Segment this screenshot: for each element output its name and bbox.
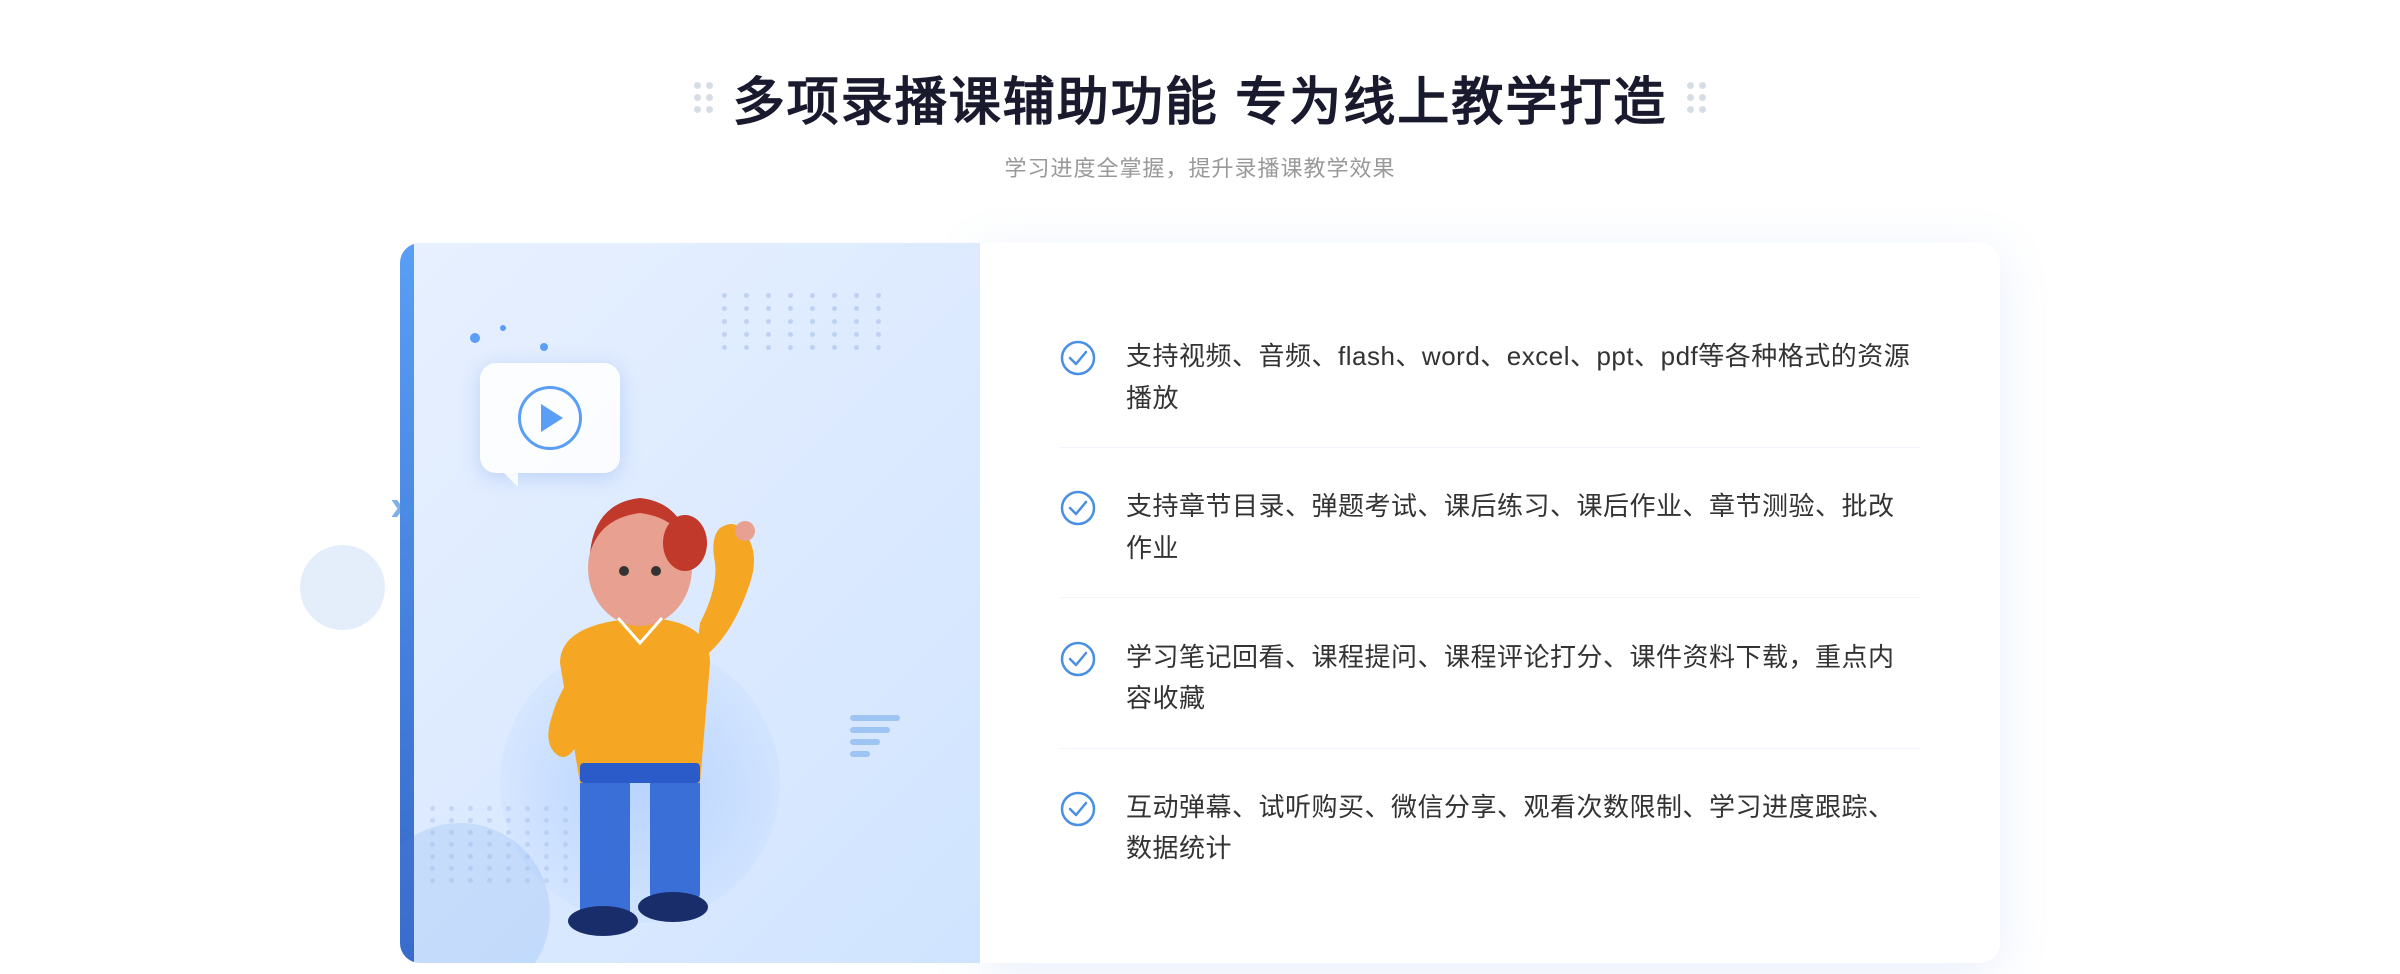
right-title-dots — [1687, 82, 1706, 113]
feature-item-4: 互动弹幕、试听购买、微信分享、观看次数限制、学习进度跟踪、数据统计 — [1060, 759, 1920, 898]
header-section: 多项录播课辅助功能 专为线上教学打造 学习进度全掌握，提升录播课教学效果 — [694, 60, 1706, 183]
feature-text-1: 支持视频、音频、flash、word、excel、ppt、pdf等各种格式的资源… — [1126, 336, 1920, 419]
stripe-decoration — [850, 715, 900, 763]
content-area: // Will be rendered inline — [400, 243, 2000, 963]
feature-item-3: 学习笔记回看、课程提问、课程评论打分、课件资料下载，重点内容收藏 — [1060, 609, 1920, 749]
check-icon-3 — [1060, 641, 1096, 677]
feature-text-2: 支持章节目录、弹题考试、课后练习、课后作业、章节测验、批改作业 — [1126, 486, 1920, 569]
sparkle-dot-2 — [500, 325, 506, 331]
page-wrapper: 多项录播课辅助功能 专为线上教学打造 学习进度全掌握，提升录播课教学效果 — [0, 0, 2400, 974]
feature-text-3: 学习笔记回看、课程提问、课程评论打分、课件资料下载，重点内容收藏 — [1126, 637, 1920, 720]
sparkle-dot-3 — [540, 343, 548, 351]
feature-item-2: 支持章节目录、弹题考试、课后练习、课后作业、章节测验、批改作业 — [1060, 458, 1920, 598]
illustration-area: // Will be rendered inline — [400, 243, 980, 963]
check-icon-1 — [1060, 340, 1096, 376]
sparkle-dot-1 — [470, 333, 480, 343]
dot-grid-top — [722, 293, 890, 350]
feature-item-1: 支持视频、音频、flash、word、excel、ppt、pdf等各种格式的资源… — [1060, 308, 1920, 448]
main-title: 多项录播课辅助功能 专为线上教学打造 — [733, 60, 1667, 135]
title-wrapper: 多项录播课辅助功能 专为线上教学打造 — [694, 60, 1706, 135]
features-area: 支持视频、音频、flash、word、excel、ppt、pdf等各种格式的资源… — [980, 243, 2000, 963]
left-chevron-deco: » — [390, 481, 414, 531]
check-icon-2 — [1060, 490, 1096, 526]
feature-text-4: 互动弹幕、试听购买、微信分享、观看次数限制、学习进度跟踪、数据统计 — [1126, 787, 1920, 870]
check-icon-4 — [1060, 791, 1096, 827]
left-title-dots — [694, 82, 713, 113]
person-illustration — [440, 423, 820, 963]
sub-title: 学习进度全掌握，提升录播课教学效果 — [694, 151, 1706, 183]
left-circle-deco — [300, 545, 385, 630]
